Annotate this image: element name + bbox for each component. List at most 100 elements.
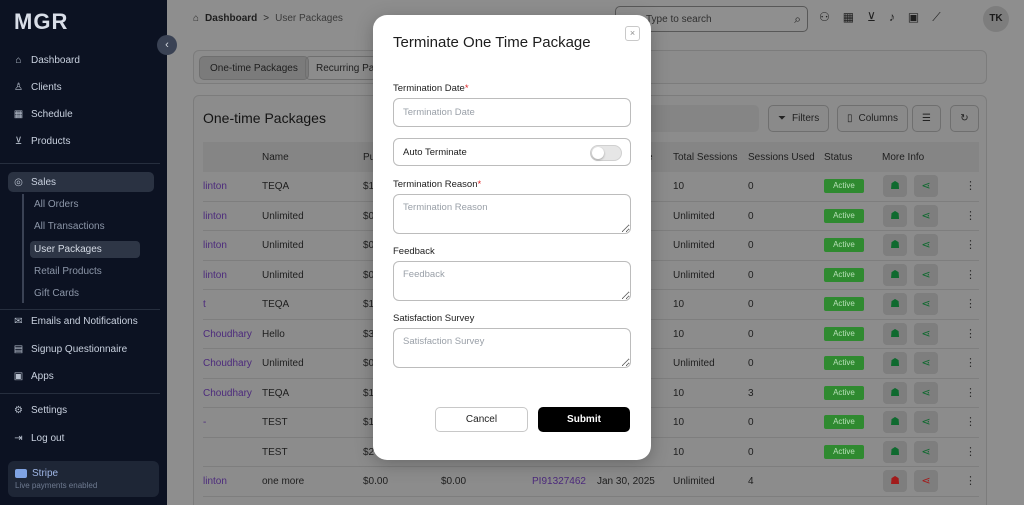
members-icon[interactable]: ☗ xyxy=(883,440,907,463)
members-icon[interactable]: ☗ xyxy=(883,322,907,345)
feedback-textarea[interactable] xyxy=(393,261,631,301)
share-icon[interactable]: ⋖ xyxy=(914,440,938,463)
cancel-button[interactable]: Cancel xyxy=(435,407,528,432)
satisfaction-survey-textarea[interactable] xyxy=(393,328,631,368)
share-icon[interactable]: ⋖ xyxy=(914,352,938,374)
modal-title: Terminate One Time Package xyxy=(393,34,591,51)
members-icon[interactable]: ☗ xyxy=(883,204,907,227)
termination-date-input[interactable] xyxy=(393,98,631,127)
column-header-status[interactable]: Status xyxy=(824,152,852,163)
client-link[interactable]: Choudhary xyxy=(203,358,252,369)
sidebar-item-logout[interactable]: ⇥ Log out xyxy=(8,428,154,448)
members-icon[interactable]: ☗ xyxy=(883,234,907,256)
share-icon[interactable]: ⋖ xyxy=(914,411,938,433)
more-options-icon[interactable]: ⋮ xyxy=(965,238,976,251)
client-link[interactable]: linton xyxy=(203,270,227,281)
terminate-package-modal: Terminate One Time Package × Termination… xyxy=(373,15,651,460)
sidebar-item-settings[interactable]: ⚙ Settings xyxy=(8,400,154,420)
client-link[interactable]: linton xyxy=(203,476,227,487)
members-icon[interactable]: ☗ xyxy=(883,381,907,404)
client-link[interactable]: linton xyxy=(203,240,227,251)
avatar[interactable]: TK xyxy=(983,6,1009,32)
share-icon[interactable]: ⋖ xyxy=(914,175,938,197)
client-link[interactable]: - xyxy=(203,417,206,428)
more-options-icon[interactable]: ⋮ xyxy=(965,268,976,281)
sidebar-collapse-button[interactable]: ‹ xyxy=(157,35,177,55)
members-icon[interactable]: ☗ xyxy=(883,175,907,197)
column-header-name[interactable]: Name xyxy=(262,152,289,163)
filters-button[interactable]: ⏷ Filters xyxy=(768,105,830,132)
bell-icon[interactable]: ♪ xyxy=(889,10,895,25)
more-options-icon[interactable]: ⋮ xyxy=(965,209,976,222)
columns-button[interactable]: ▯ Columns xyxy=(837,105,908,132)
members-icon[interactable]: ☗ xyxy=(883,293,907,315)
invoice-link[interactable]: PI91327462 xyxy=(532,476,586,487)
share-icon[interactable]: ⋖ xyxy=(914,263,938,286)
sidebar-subitem-all-orders[interactable]: All Orders xyxy=(30,196,140,213)
grid-icon[interactable]: ▣ xyxy=(908,10,919,25)
more-options-icon[interactable]: ⋮ xyxy=(965,445,976,458)
members-icon[interactable]: ☗ xyxy=(883,470,907,492)
members-icon[interactable]: ☗ xyxy=(883,263,907,286)
sidebar-item-dashboard[interactable]: ⌂ Dashboard xyxy=(8,50,154,70)
package-name: Unlimited xyxy=(262,358,304,369)
refresh-button[interactable]: ↻ xyxy=(950,105,979,132)
column-header-sessions-used[interactable]: Sessions Used xyxy=(748,152,815,163)
share-icon[interactable]: ⋖ xyxy=(914,322,938,345)
filters-label: Filters xyxy=(792,113,820,124)
list-view-button[interactable]: ☰ xyxy=(912,105,941,132)
sidebar-item-signup-questionnaire[interactable]: ▤ Signup Questionnaire xyxy=(8,339,154,359)
sidebar-item-apps[interactable]: ▣ Apps xyxy=(8,366,154,386)
more-options-icon[interactable]: ⋮ xyxy=(965,415,976,428)
sidebar-item-emails[interactable]: ✉ Emails and Notifications xyxy=(8,311,154,331)
table-row[interactable]: linton one more $0.00 $0.00 PI91327462 Jan 30… xyxy=(203,467,979,497)
more-options-icon[interactable]: ⋮ xyxy=(965,327,976,340)
client-link[interactable]: linton xyxy=(203,181,227,192)
client-link[interactable]: linton xyxy=(203,211,227,222)
breadcrumb-dashboard[interactable]: Dashboard xyxy=(205,13,257,24)
members-icon[interactable]: ☗ xyxy=(883,411,907,433)
home-icon[interactable]: ⌂ xyxy=(193,13,199,24)
termination-reason-textarea[interactable] xyxy=(393,194,631,234)
chart-icon[interactable]: ⟋ xyxy=(932,10,940,25)
share-icon[interactable]: ⋖ xyxy=(914,381,938,404)
column-header-total-sessions[interactable]: Total Sessions xyxy=(673,152,737,163)
search-icon[interactable]: ⌕ xyxy=(794,12,801,27)
client-link[interactable]: Choudhary xyxy=(203,329,252,340)
share-icon[interactable]: ⋖ xyxy=(914,470,938,492)
sidebar-subitem-user-packages[interactable]: User Packages xyxy=(30,241,140,258)
share-icon[interactable]: ⋖ xyxy=(914,204,938,227)
sessions-used: 0 xyxy=(748,328,754,340)
package-name: Unlimited xyxy=(262,240,304,251)
sidebar-item-sales[interactable]: ◎ Sales xyxy=(8,172,154,192)
more-options-icon[interactable]: ⋮ xyxy=(965,386,976,399)
more-options-icon[interactable]: ⋮ xyxy=(965,297,976,310)
sidebar-subitem-all-transactions[interactable]: All Transactions xyxy=(30,218,140,235)
more-options-icon[interactable]: ⋮ xyxy=(965,179,976,192)
client-link[interactable]: Choudhary xyxy=(203,388,252,399)
client-link[interactable]: t xyxy=(203,299,206,310)
add-user-icon[interactable]: ⚇ xyxy=(819,10,830,25)
stripe-status-card[interactable]: Stripe Live payments enabled xyxy=(8,461,159,497)
sidebar-item-clients[interactable]: ♙ Clients xyxy=(8,77,154,97)
sidebar-subitem-gift-cards[interactable]: Gift Cards xyxy=(30,285,140,302)
cart-icon[interactable]: ⊻ xyxy=(867,10,876,25)
sidebar-item-products[interactable]: ⊻ Products xyxy=(8,131,154,151)
search-input[interactable]: Type to search xyxy=(646,14,712,25)
auto-terminate-toggle[interactable] xyxy=(590,145,622,161)
sidebar-subitem-retail-products[interactable]: Retail Products xyxy=(30,263,140,280)
submit-button[interactable]: Submit xyxy=(538,407,630,432)
sidebar-item-schedule[interactable]: ▦ Schedule xyxy=(8,104,154,124)
share-icon[interactable]: ⋖ xyxy=(914,234,938,256)
share-icon[interactable]: ⋖ xyxy=(914,293,938,315)
members-icon[interactable]: ☗ xyxy=(883,352,907,374)
tab-recurring-packages[interactable]: Recurring Packages xyxy=(305,56,377,80)
total-sessions: 10 xyxy=(673,446,685,458)
more-options-icon[interactable]: ⋮ xyxy=(965,474,976,487)
more-options-icon[interactable]: ⋮ xyxy=(965,356,976,369)
sidebar-item-label: Dashboard xyxy=(31,54,80,66)
calendar-icon[interactable]: ▦ xyxy=(843,10,854,25)
close-icon[interactable]: × xyxy=(625,26,640,41)
table-search-input[interactable] xyxy=(644,105,759,132)
tab-one-time-packages[interactable]: One-time Packages xyxy=(199,56,309,80)
